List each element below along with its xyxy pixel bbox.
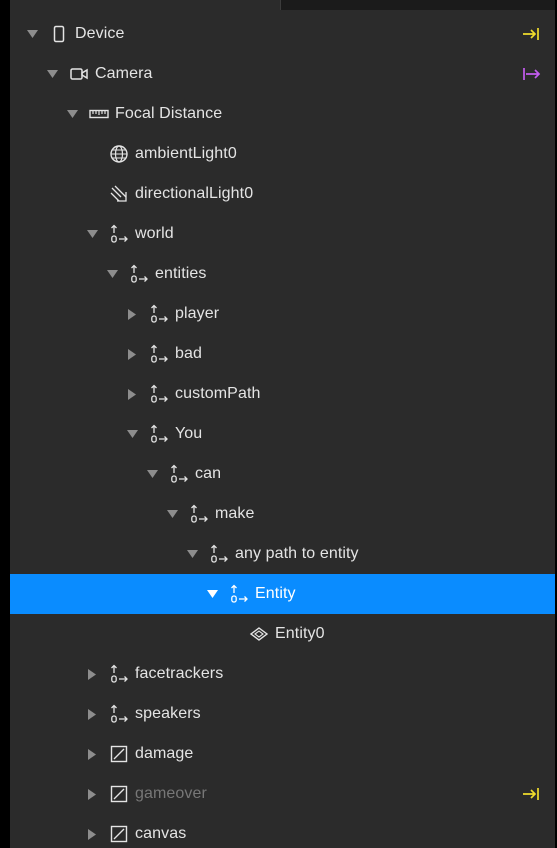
expand-triangle-icon[interactable] — [103, 265, 121, 283]
null-object-icon — [149, 344, 169, 364]
collapsed-triangle-icon[interactable] — [83, 705, 101, 723]
tree-item-entity[interactable]: Entity — [10, 574, 555, 614]
tree-item-focal-distance[interactable]: Focal Distance — [10, 94, 555, 134]
tree-item-speakers[interactable]: speakers — [10, 694, 555, 734]
tree-item-ambient-light[interactable]: ambientLight0 — [10, 134, 555, 174]
null-object-icon — [149, 424, 169, 444]
tree-item-gameover[interactable]: gameover — [10, 774, 555, 814]
tree-item-label: world — [135, 225, 174, 242]
tree-item-device[interactable]: Device — [10, 14, 555, 54]
null-object-icon — [229, 584, 249, 604]
rectangle-icon — [109, 744, 129, 764]
expand-triangle-icon[interactable] — [163, 505, 181, 523]
tree-item-label: entities — [155, 265, 207, 282]
tree-item-label: canvas — [135, 825, 187, 842]
expand-triangle-icon[interactable] — [203, 585, 221, 603]
scene-tree: Device Camera Focal Distance ambientLigh… — [10, 14, 555, 848]
tree-item-camera[interactable]: Camera — [10, 54, 555, 94]
ruler-icon — [89, 104, 109, 124]
yellow-arrow-to-bar-icon[interactable] — [521, 24, 541, 44]
rectangle-icon — [109, 784, 129, 804]
null-object-icon — [149, 384, 169, 404]
tree-item-canvas[interactable]: canvas — [10, 814, 555, 848]
collapsed-triangle-icon[interactable] — [83, 665, 101, 683]
collapsed-triangle-icon[interactable] — [123, 305, 141, 323]
null-object-icon — [189, 504, 209, 524]
tree-item-can[interactable]: can — [10, 454, 555, 494]
null-object-icon — [109, 704, 129, 724]
tree-item-make[interactable]: make — [10, 494, 555, 534]
collapsed-triangle-icon[interactable] — [83, 745, 101, 763]
null-object-icon — [169, 464, 189, 484]
collapsed-triangle-icon[interactable] — [123, 385, 141, 403]
tree-item-label: You — [175, 425, 203, 442]
yellow-arrow-to-bar-icon[interactable] — [521, 784, 541, 804]
null-object-icon — [109, 224, 129, 244]
tree-item-you[interactable]: You — [10, 414, 555, 454]
tree-item-damage[interactable]: damage — [10, 734, 555, 774]
rectangle-icon — [109, 824, 129, 844]
expand-triangle-icon[interactable] — [23, 25, 41, 43]
null-object-icon — [209, 544, 229, 564]
tree-item-label: bad — [175, 345, 202, 362]
diamond-icon — [249, 624, 269, 644]
camera-icon — [69, 64, 89, 84]
tree-item-label: Focal Distance — [115, 105, 223, 122]
expand-triangle-icon[interactable] — [123, 425, 141, 443]
tree-item-label: Device — [75, 25, 125, 42]
expand-triangle-icon[interactable] — [183, 545, 201, 563]
tree-item-label: ambientLight0 — [135, 145, 237, 162]
null-object-icon — [129, 264, 149, 284]
tree-item-world[interactable]: world — [10, 214, 555, 254]
tree-item-custom-path[interactable]: customPath — [10, 374, 555, 414]
purple-bar-arrow-icon[interactable] — [521, 64, 541, 84]
tree-item-label: gameover — [135, 785, 207, 802]
tree-item-label: customPath — [175, 385, 261, 402]
tree-item-label: Entity — [255, 585, 296, 602]
tree-item-label: directionalLight0 — [135, 185, 254, 202]
tree-item-label: Camera — [95, 65, 153, 82]
expand-triangle-icon[interactable] — [43, 65, 61, 83]
tree-item-entity0[interactable]: Entity0 — [10, 614, 555, 654]
null-object-icon — [109, 664, 129, 684]
null-object-icon — [149, 304, 169, 324]
tree-item-label: any path to entity — [235, 545, 359, 562]
tree-item-bad[interactable]: bad — [10, 334, 555, 374]
tree-item-facetrackers[interactable]: facetrackers — [10, 654, 555, 694]
tree-item-entities[interactable]: entities — [10, 254, 555, 294]
device-icon — [49, 24, 69, 44]
top-strip — [280, 0, 555, 10]
globe-light-icon — [109, 144, 129, 164]
scene-panel: Device Camera Focal Distance ambientLigh… — [10, 0, 555, 848]
tree-item-any-path-to-entity[interactable]: any path to entity — [10, 534, 555, 574]
expand-triangle-icon[interactable] — [63, 105, 81, 123]
collapsed-triangle-icon[interactable] — [83, 825, 101, 843]
tree-item-directional-light[interactable]: directionalLight0 — [10, 174, 555, 214]
directional-light-icon — [109, 184, 129, 204]
tree-item-label: speakers — [135, 705, 201, 722]
collapsed-triangle-icon[interactable] — [83, 785, 101, 803]
tree-item-player[interactable]: player — [10, 294, 555, 334]
tree-item-label: can — [195, 465, 222, 482]
tree-item-label: player — [175, 305, 220, 322]
tree-item-label: make — [215, 505, 255, 522]
tree-item-label: Entity0 — [275, 625, 325, 642]
tree-item-label: facetrackers — [135, 665, 224, 682]
tree-item-label: damage — [135, 745, 194, 762]
expand-triangle-icon[interactable] — [143, 465, 161, 483]
expand-triangle-icon[interactable] — [83, 225, 101, 243]
collapsed-triangle-icon[interactable] — [123, 345, 141, 363]
